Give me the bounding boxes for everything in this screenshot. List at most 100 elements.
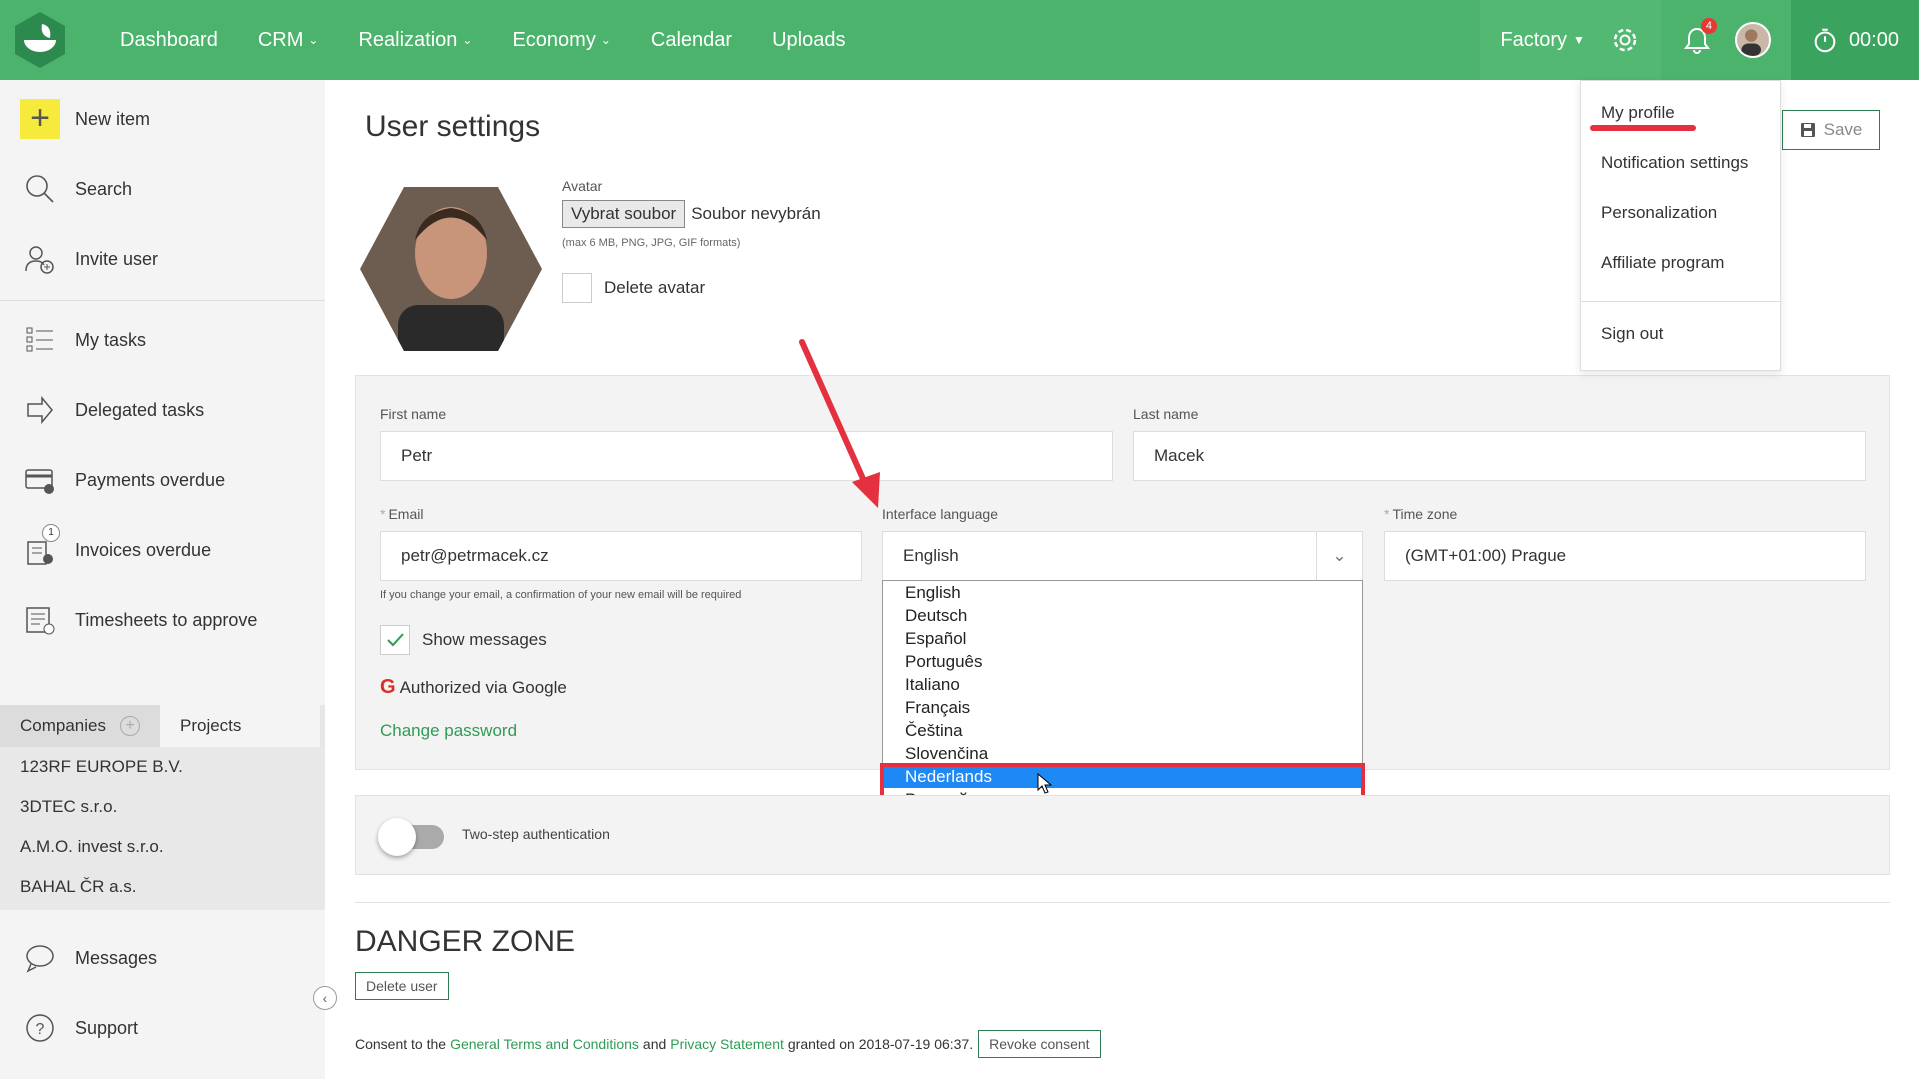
language-option[interactable]: Slovenčina	[883, 742, 1362, 765]
privacy-link[interactable]: Privacy Statement	[670, 1036, 784, 1052]
tab-label: Projects	[180, 716, 242, 735]
first-name-input[interactable]: Petr	[380, 431, 1113, 481]
collapse-sidebar-chevron-icon[interactable]: ‹	[313, 986, 337, 1010]
tab-label: Companies	[20, 716, 106, 735]
user-avatar-image-icon	[1741, 29, 1761, 56]
main-nav: Dashboard CRM ⌄ Realization ⌄ Economy ⌄ Calenda…	[120, 0, 885, 80]
company-list-item[interactable]: BAHAL ČR a.s.	[0, 867, 325, 907]
show-messages-label: Show messages	[422, 630, 547, 649]
company-list-item[interactable]: A.M.O. invest s.r.o.	[0, 827, 325, 867]
nav-item-label: Realization	[358, 28, 458, 51]
nav-item-dashboard[interactable]: Dashboard	[120, 29, 218, 52]
danger-zone-title: DANGER ZONE	[355, 925, 576, 958]
top-right-controls: Factory ▼ 4 00:00	[1480, 0, 1919, 80]
menu-item-notification-settings[interactable]: Notification settings	[1601, 153, 1748, 173]
floppy-disk-icon	[1800, 123, 1815, 137]
two-step-label: Two-step authentication	[462, 826, 610, 842]
email-label-text: Email	[388, 506, 424, 522]
language-option[interactable]: English	[883, 581, 1362, 604]
save-button[interactable]: Save	[1782, 110, 1880, 150]
delete-avatar-row[interactable]: Delete avatar	[562, 273, 705, 303]
required-mark: *	[1384, 506, 1390, 522]
notifications-button[interactable]: 4	[1681, 18, 1717, 56]
language-option[interactable]: Čeština	[883, 719, 1362, 742]
delete-user-button[interactable]: Delete user	[355, 972, 449, 1000]
time-zone-label: * Time zone	[1384, 506, 1457, 522]
avatar-label: Avatar	[562, 178, 603, 194]
sidebar: + New item Search Invite user My tasks D…	[0, 80, 325, 1079]
language-option[interactable]: Português	[883, 650, 1362, 673]
email-input[interactable]: petr@petrmacek.cz	[380, 531, 862, 581]
menu-item-affiliate-program[interactable]: Affiliate program	[1601, 253, 1724, 273]
nav-item-realization[interactable]: Realization ⌄	[358, 29, 472, 52]
task-list-icon	[26, 327, 53, 352]
sidebar-item-label: New item	[75, 108, 151, 129]
invoices-count-badge: 1	[42, 524, 60, 542]
terms-link[interactable]: General Terms and Conditions	[450, 1036, 639, 1052]
interface-language-label: Interface language	[882, 506, 998, 522]
nav-item-economy[interactable]: Economy ⌄	[512, 29, 610, 52]
sidebar-item-label: Invite user	[75, 248, 159, 269]
show-messages-checkbox[interactable]	[380, 625, 410, 655]
workspace-zone: Factory ▼	[1480, 0, 1661, 80]
sidebar-item-new-item[interactable]: + New item	[20, 99, 150, 139]
nav-item-crm[interactable]: CRM ⌄	[258, 29, 319, 52]
interface-language-select[interactable]: English ⌄	[882, 531, 1363, 581]
tab-projects[interactable]: Projects	[160, 705, 320, 747]
sidebar-item-timesheets[interactable]: Timesheets to approve	[20, 600, 257, 640]
sidebar-item-search[interactable]: Search	[20, 169, 132, 209]
sidebar-item-delegated-tasks[interactable]: Delegated tasks	[20, 390, 204, 430]
google-auth-status: G Authorized via Google	[380, 676, 567, 699]
menu-item-my-profile[interactable]: My profile	[1601, 103, 1675, 123]
workspace-selector[interactable]: Factory ▼	[1500, 29, 1585, 52]
sidebar-item-messages[interactable]: Messages	[20, 938, 157, 978]
sidebar-item-payments-overdue[interactable]: Payments overdue	[20, 460, 225, 500]
delegate-arrow-icon	[27, 395, 53, 425]
last-name-input[interactable]: Macek	[1133, 431, 1866, 481]
timesheet-icon	[26, 607, 55, 635]
workspace-label: Factory	[1500, 28, 1568, 51]
language-option[interactable]: Español	[883, 627, 1362, 650]
notification-count-badge: 4	[1700, 18, 1717, 34]
language-option[interactable]: Français	[883, 696, 1362, 719]
menu-item-personalization[interactable]: Personalization	[1601, 203, 1717, 223]
add-user-icon	[25, 246, 54, 274]
chevron-down-icon[interactable]: ⌄	[1316, 532, 1362, 580]
last-name-label: Last name	[1133, 406, 1199, 422]
language-option[interactable]: Italiano	[883, 673, 1362, 696]
user-avatar-photo[interactable]	[358, 185, 544, 353]
sidebar-item-support[interactable]: ? Support	[20, 1008, 138, 1048]
menu-item-sign-out[interactable]: Sign out	[1601, 324, 1663, 344]
tab-companies[interactable]: Companies +	[0, 705, 160, 747]
two-step-toggle[interactable]	[378, 818, 444, 856]
chevron-down-icon: ⌄	[462, 33, 473, 47]
first-name-label: First name	[380, 406, 447, 422]
language-option[interactable]: Deutsch	[883, 604, 1362, 627]
mouse-cursor-icon	[1037, 773, 1053, 794]
menu-divider	[1581, 301, 1782, 302]
chevron-down-icon: ⌄	[308, 33, 319, 47]
stopwatch-icon	[1814, 28, 1836, 53]
company-list-item[interactable]: 123RF EUROPE B.V.	[0, 747, 325, 787]
caret-down-icon: ▼	[1573, 33, 1585, 47]
time-zone-select[interactable]: (GMT+01:00) Prague	[1384, 531, 1866, 581]
user-avatar-button[interactable]	[1734, 22, 1771, 58]
sidebar-item-my-tasks[interactable]: My tasks	[20, 320, 146, 360]
top-navigation-bar: Dashboard CRM ⌄ Realization ⌄ Economy ⌄ Calenda…	[0, 0, 1919, 80]
nav-item-uploads[interactable]: Uploads	[772, 29, 845, 52]
app-logo-icon[interactable]	[10, 10, 70, 70]
show-messages-row[interactable]: Show messages	[380, 625, 547, 655]
add-circle-icon[interactable]: +	[120, 716, 140, 736]
timer-zone[interactable]: 00:00	[1790, 0, 1919, 80]
change-password-link[interactable]: Change password	[380, 721, 517, 741]
company-list-item[interactable]: 3DTEC s.r.o.	[0, 787, 325, 827]
revoke-consent-button[interactable]: Revoke consent	[978, 1030, 1101, 1058]
file-hint: (max 6 MB, PNG, JPG, GIF formats)	[562, 237, 741, 249]
sidebar-item-invoices-overdue[interactable]: 1 Invoices overdue	[20, 524, 211, 570]
choose-file-button[interactable]: Vybrat soubor	[562, 200, 686, 228]
nav-item-calendar[interactable]: Calendar	[651, 29, 732, 52]
gear-icon[interactable]	[1609, 24, 1641, 56]
delete-avatar-checkbox[interactable]	[562, 273, 592, 303]
checkmark-icon	[387, 633, 404, 647]
sidebar-item-invite-user[interactable]: Invite user	[20, 239, 158, 279]
